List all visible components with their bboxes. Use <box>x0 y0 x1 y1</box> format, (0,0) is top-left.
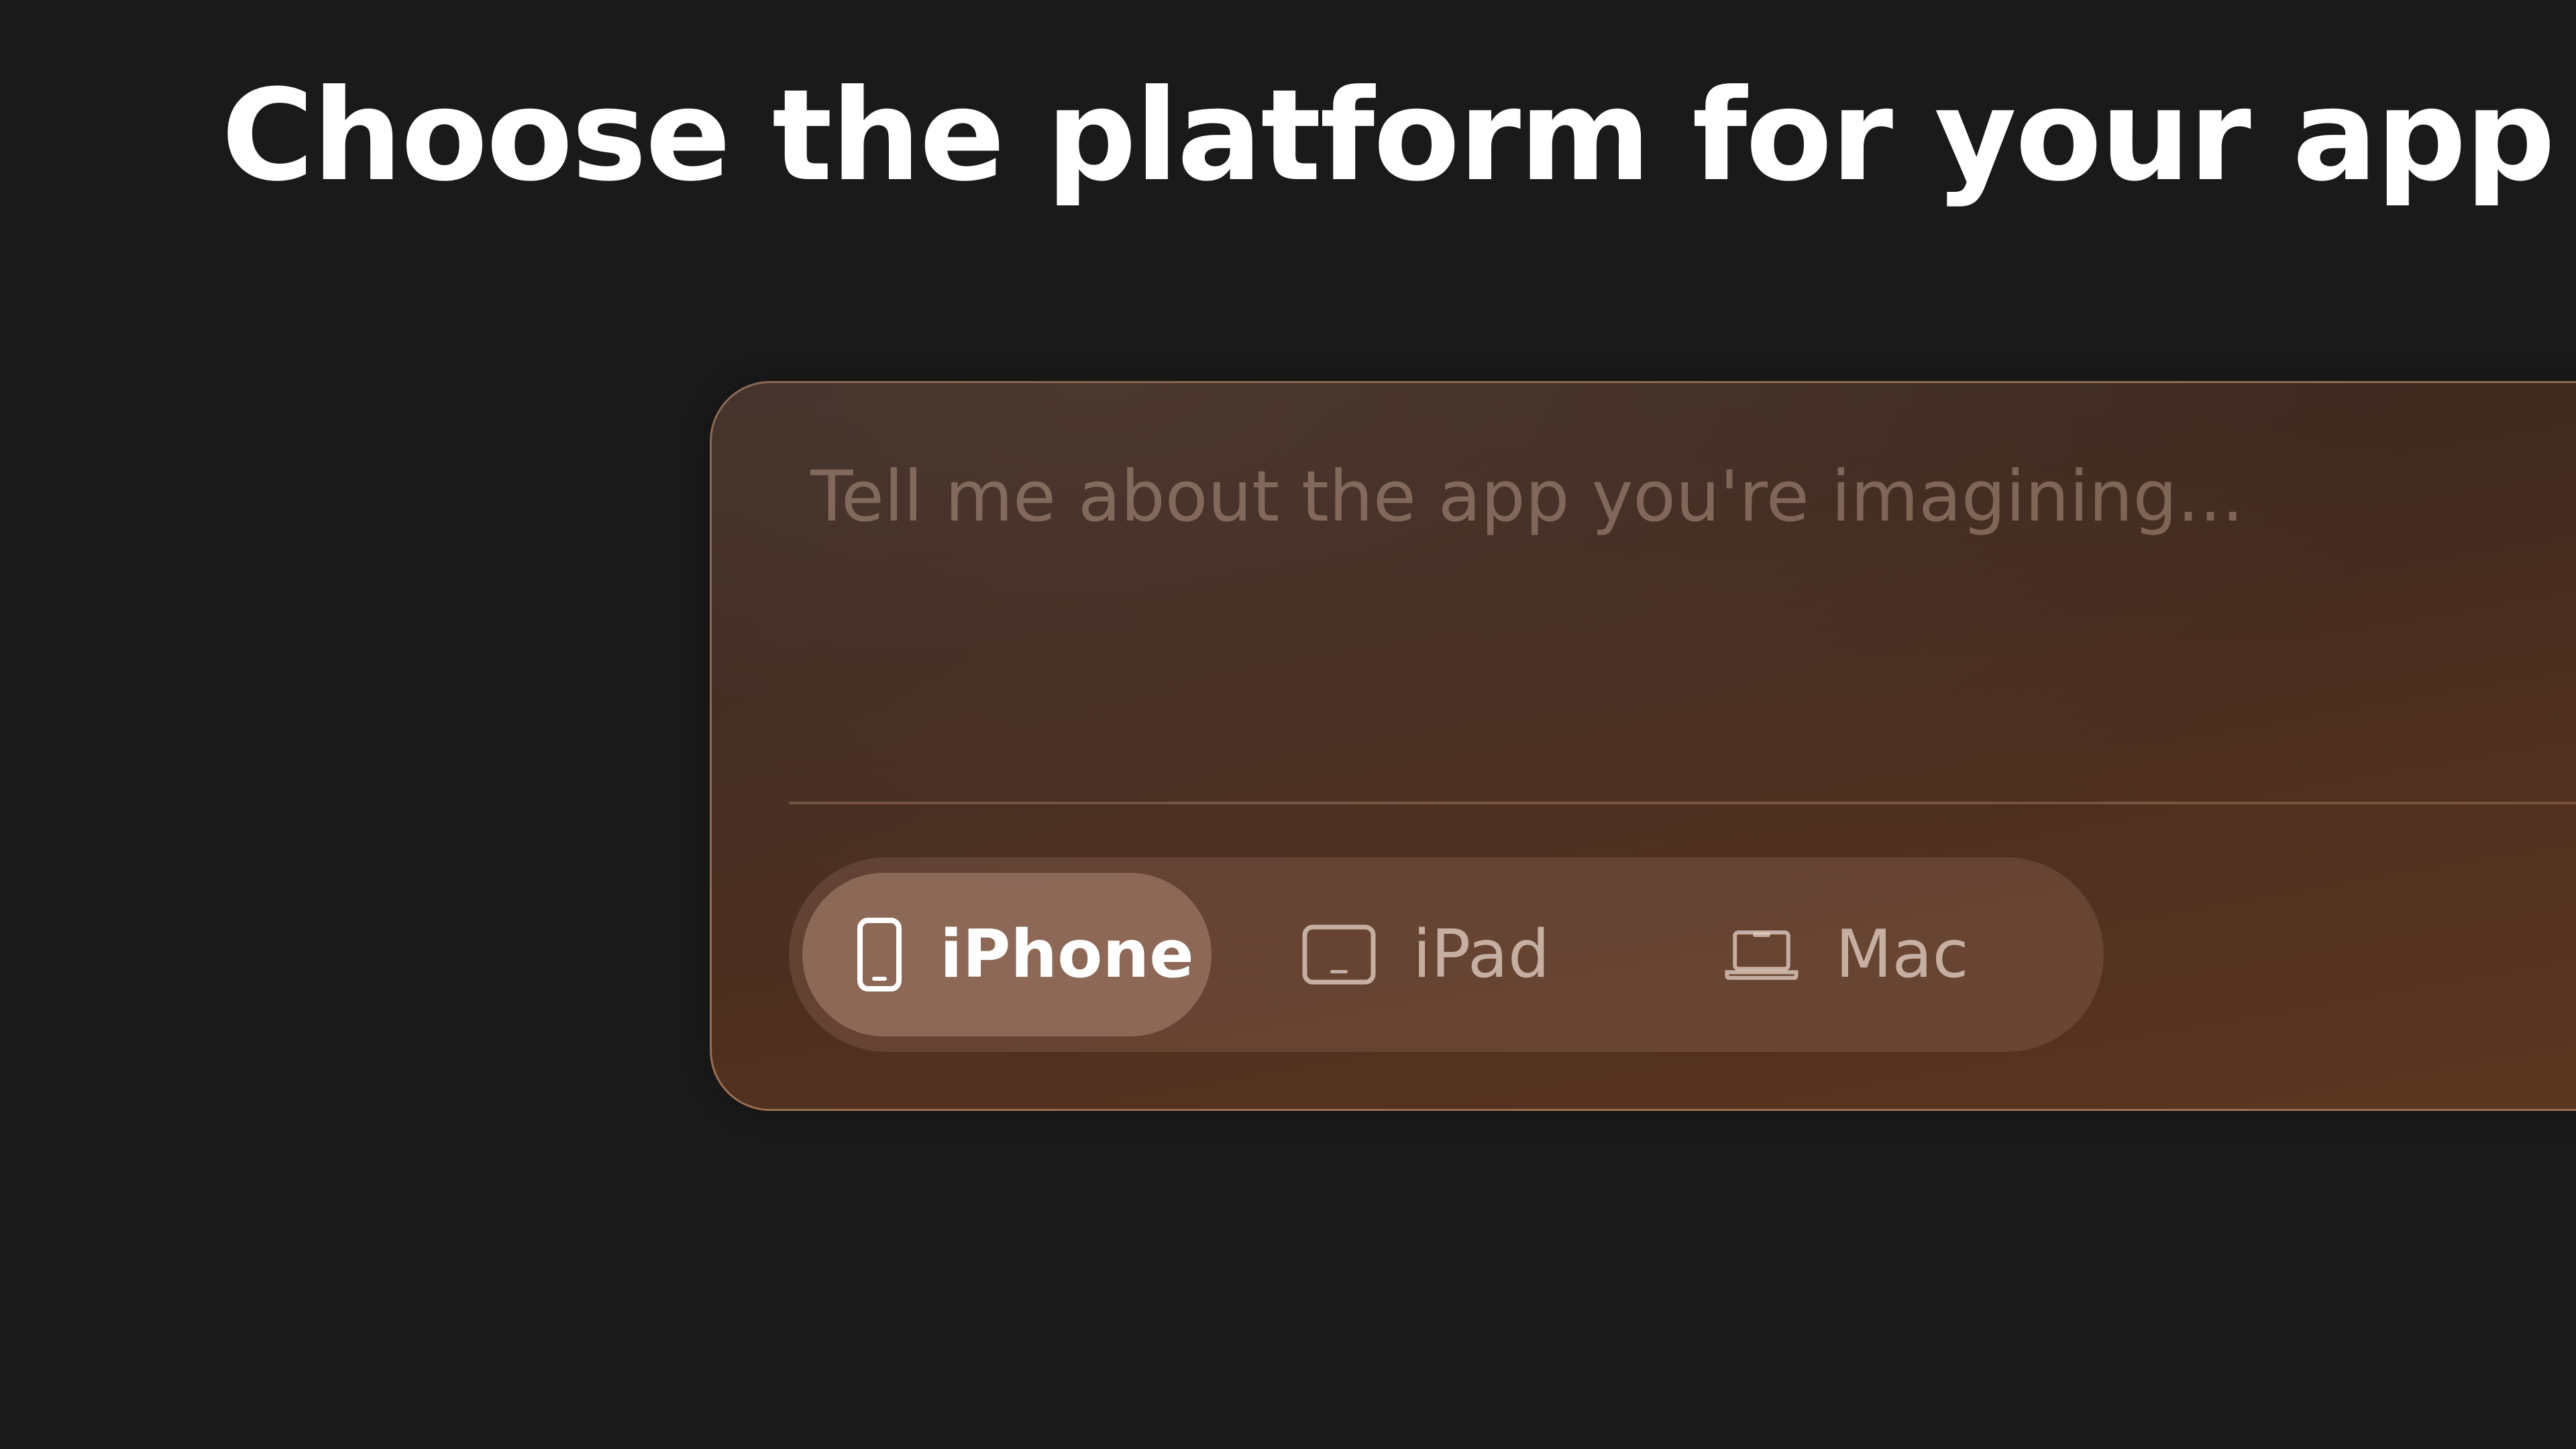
app-description-input[interactable] <box>810 455 2555 629</box>
iphone-icon <box>856 918 903 991</box>
ipad-icon <box>1302 918 1376 991</box>
app-prompt-composer: iPhone iPad <box>710 381 2576 1111</box>
platform-option-mac[interactable]: Mac <box>1641 873 2070 1036</box>
macbook-icon <box>1725 918 1799 991</box>
platform-option-iphone[interactable]: iPhone <box>802 873 1212 1036</box>
platform-option-ipad[interactable]: iPad <box>1212 873 1641 1036</box>
platform-option-label: iPad <box>1413 916 1550 993</box>
platform-option-label: Mac <box>1835 916 1969 993</box>
platform-option-label: iPhone <box>940 916 1194 993</box>
page-title: Choose the platform for your app <box>221 62 2555 209</box>
platform-selector: iPhone iPad Mac <box>789 857 2104 1052</box>
composer-divider <box>789 802 2576 804</box>
page: Choose the platform for your app iPhone <box>0 0 2576 1449</box>
